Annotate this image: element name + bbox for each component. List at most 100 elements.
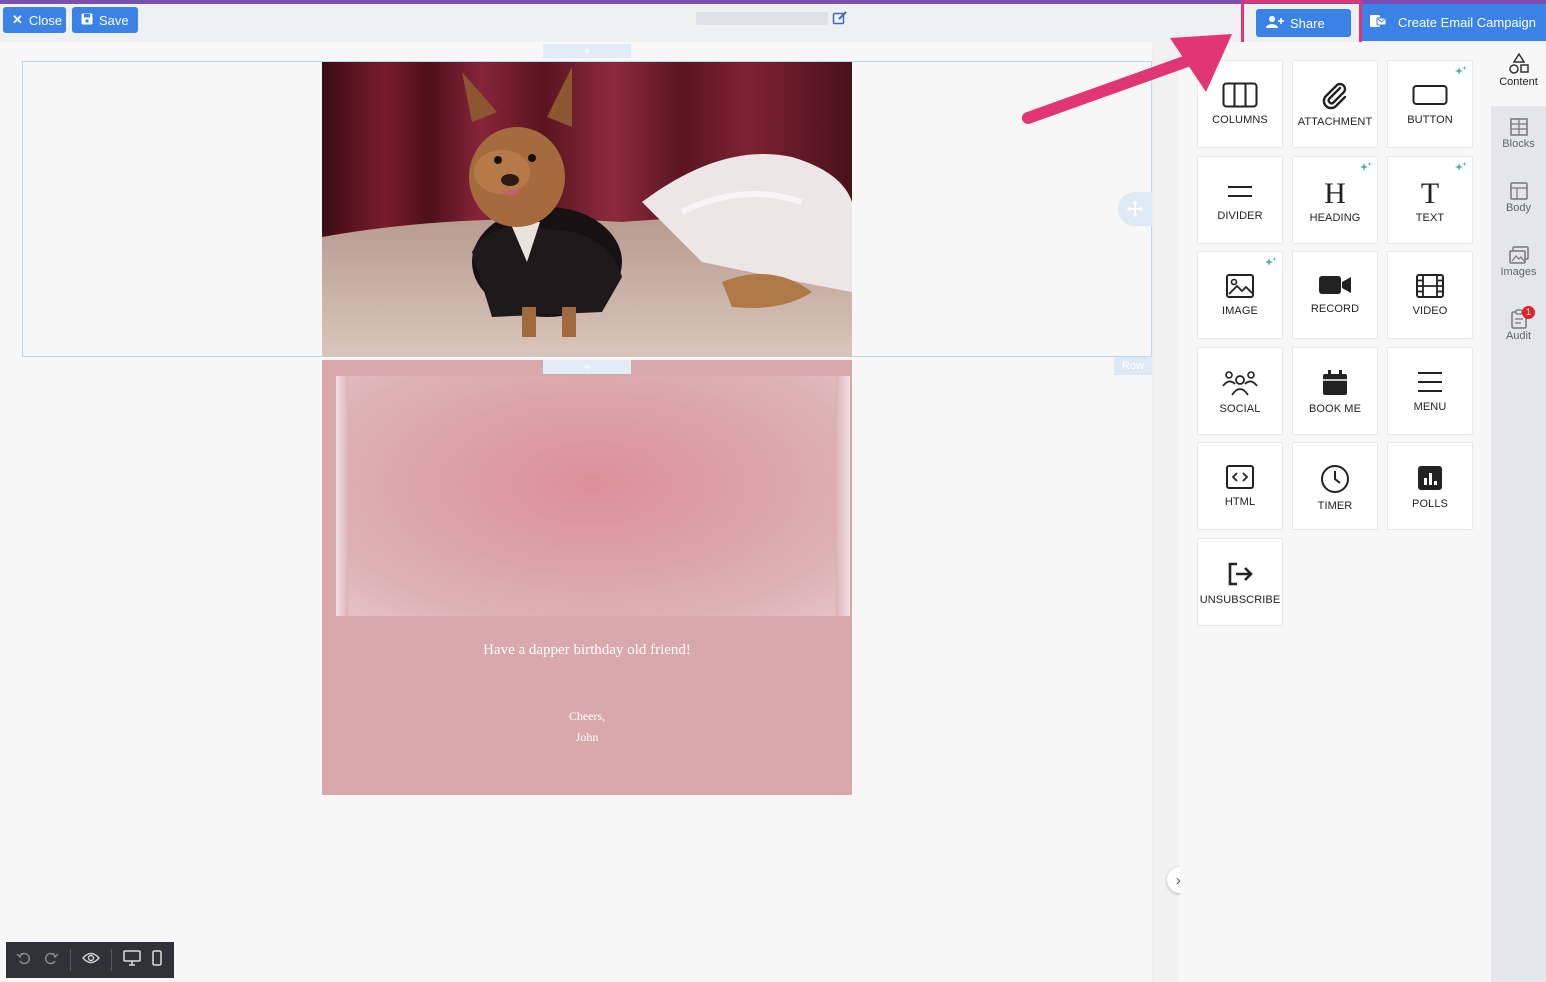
text-icon: T (1415, 178, 1445, 206)
tile-label: BUTTON (1407, 114, 1453, 126)
ai-sparkle-icon (1455, 161, 1467, 172)
shapes-icon (1508, 52, 1529, 74)
content-tile-heading[interactable]: H HEADING (1292, 155, 1378, 244)
tile-label: ATTACHMENT (1297, 116, 1373, 128)
rail-audit-tab[interactable]: Audit (1491, 298, 1546, 362)
tile-label: TIMER (1317, 500, 1353, 512)
close-label: Close (28, 12, 63, 28)
campaign-label: Create Email Campaign (1398, 15, 1537, 30)
add-row-below-button[interactable]: + (543, 360, 631, 374)
redo-icon[interactable] (43, 950, 59, 971)
save-label: Save (99, 12, 129, 28)
body-layout-icon (1509, 182, 1528, 200)
ai-sparkle-icon (1265, 257, 1277, 267)
content-tile-video[interactable]: VIDEO (1387, 251, 1473, 339)
tile-label: RECORD (1310, 303, 1360, 315)
greeting-text[interactable]: Have a dapper birthday old friend! (322, 642, 852, 659)
content-tile-html[interactable]: HTML (1197, 442, 1283, 530)
edit-name-icon[interactable] (832, 10, 850, 28)
rail-blocks-label: Blocks (1502, 138, 1535, 150)
tile-label: UNSUBSCRIBE (1199, 593, 1281, 606)
tile-label: TEXT (1415, 211, 1445, 224)
signoff-text[interactable]: Cheers, John (322, 706, 852, 748)
canvas-gutter (1152, 42, 1179, 982)
images-icon (1508, 246, 1529, 264)
annotation-arrow (1022, 34, 1232, 124)
template-name (696, 12, 828, 25)
create-email-campaign-button[interactable]: Create Email Campaign (1362, 4, 1546, 41)
signoff-line-1: Cheers, (568, 709, 606, 723)
content-tile-text[interactable]: T TEXT (1387, 155, 1473, 244)
tile-label: DIVIDER (1217, 209, 1263, 222)
blurred-image[interactable] (336, 376, 850, 616)
dog-photo[interactable] (322, 62, 852, 357)
content-tile-social[interactable]: SOCIAL (1197, 346, 1283, 435)
video-camera-icon (1318, 273, 1352, 297)
save-button[interactable]: Save (72, 7, 138, 33)
poll-icon (1416, 464, 1444, 492)
divider-icon (1225, 178, 1255, 204)
tile-label: HEADING (1309, 211, 1361, 224)
move-icon (1127, 201, 1143, 217)
rail-blocks-tab[interactable]: Blocks (1491, 106, 1546, 170)
move-row-handle[interactable] (1118, 192, 1152, 226)
bottom-toolbar (6, 942, 174, 978)
desktop-icon[interactable] (123, 949, 141, 971)
content-tile-book-me[interactable]: BOOK ME (1292, 346, 1378, 435)
content-tile-button[interactable]: BUTTON (1387, 60, 1473, 148)
ai-sparkle-icon (1455, 66, 1467, 76)
rail-audit-label: Audit (1505, 330, 1532, 342)
people-icon (1222, 369, 1258, 397)
content-tile-attachment[interactable]: ATTACHMENT (1292, 60, 1378, 148)
preview-eye-icon[interactable] (81, 951, 101, 970)
rail-body-tab[interactable]: Body (1491, 170, 1546, 234)
toolbar-divider (111, 949, 112, 971)
content-tile-record[interactable]: RECORD (1292, 251, 1378, 339)
tile-label: POLLS (1412, 498, 1448, 510)
tile-label: IMAGE (1222, 305, 1258, 317)
svg-text:H: H (1324, 178, 1346, 206)
add-user-icon (1266, 15, 1284, 32)
undo-icon[interactable] (16, 950, 32, 971)
rail-content-label: Content (1499, 76, 1538, 88)
rail-content-tab[interactable]: Content (1491, 42, 1546, 106)
button-icon (1412, 82, 1448, 108)
film-icon (1415, 273, 1445, 299)
toolbar-divider (70, 949, 71, 971)
image-icon (1225, 273, 1255, 299)
content-tile-polls[interactable]: POLLS (1387, 442, 1473, 530)
signoff-line-2: John (575, 730, 599, 744)
calendar-icon (1321, 369, 1349, 397)
mobile-icon[interactable] (152, 949, 162, 971)
tile-label: VIDEO (1412, 305, 1448, 317)
tile-label: BOOK ME (1308, 402, 1362, 415)
ai-sparkle-icon (1360, 161, 1372, 172)
code-icon (1225, 464, 1255, 490)
share-button[interactable]: Share (1256, 9, 1351, 37)
rail-body-label: Body (1505, 202, 1532, 214)
content-tile-unsubscribe[interactable]: UNSUBSCRIBE (1197, 537, 1283, 626)
share-label: Share (1290, 15, 1325, 31)
save-icon (81, 13, 93, 28)
campaign-icon (1370, 14, 1387, 31)
content-tile-image[interactable]: IMAGE (1197, 251, 1283, 339)
add-row-above-button[interactable]: + (543, 44, 631, 58)
side-rail: Content Blocks Body Images Audit 1 (1491, 42, 1546, 982)
tile-label: SOCIAL (1219, 402, 1261, 415)
clock-icon (1320, 464, 1350, 494)
audit-count-badge: 1 (1522, 306, 1535, 319)
content-tile-timer[interactable]: TIMER (1292, 442, 1378, 530)
content-tile-menu[interactable]: MENU (1387, 346, 1473, 435)
tile-label: MENU (1413, 400, 1447, 413)
rail-images-label: Images (1500, 266, 1537, 278)
menu-icon (1415, 369, 1445, 395)
content-tile-divider[interactable]: DIVIDER (1197, 155, 1283, 244)
close-icon: ✕ (12, 12, 23, 27)
close-button[interactable]: ✕ Close (3, 7, 66, 33)
rail-images-tab[interactable]: Images (1491, 234, 1546, 298)
blocks-icon (1509, 118, 1528, 136)
paperclip-icon (1320, 82, 1350, 110)
exit-icon (1225, 560, 1255, 588)
content-panel: COLUMNS ATTACHMENT BUTTON DIVIDER H HEADING T T… (1180, 42, 1491, 982)
svg-text:T: T (1421, 178, 1439, 206)
